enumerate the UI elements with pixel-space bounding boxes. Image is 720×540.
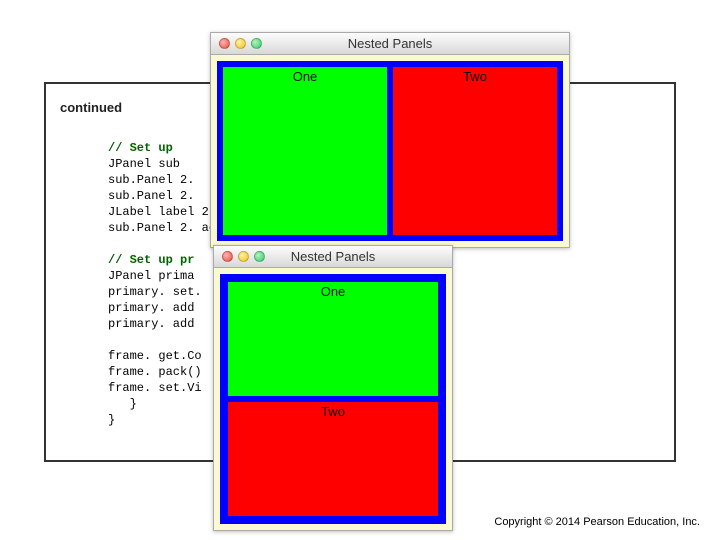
window-titlebar: Nested Panels <box>214 246 452 268</box>
primary-panel: One Two <box>220 274 446 524</box>
code-line: sub.Panel 2. <box>108 189 194 203</box>
minimize-icon[interactable] <box>238 251 249 262</box>
code-line: sub.Panel 2. <box>108 173 194 187</box>
traffic-lights <box>214 251 265 262</box>
window-titlebar: Nested Panels <box>211 33 569 55</box>
label-one: One <box>321 284 346 299</box>
window-title: Nested Panels <box>211 36 569 51</box>
code-line: frame. get.Co <box>108 349 202 363</box>
label-two: Two <box>463 69 487 84</box>
code-line: JPanel prima <box>108 269 194 283</box>
copyright: Copyright © 2014 Pearson Education, Inc. <box>494 516 700 528</box>
subpanel-two: Two <box>228 402 438 516</box>
nested-panels-window-horizontal: Nested Panels One Two <box>210 32 570 248</box>
primary-panel: One Two <box>217 61 563 241</box>
code-line: primary. add <box>108 301 194 315</box>
window-content: One Two <box>211 55 569 247</box>
code-comment: // Set up <box>108 141 173 155</box>
code-line: primary. add <box>108 317 194 331</box>
code-line: frame. set.Vi <box>108 381 202 395</box>
minimize-icon[interactable] <box>235 38 246 49</box>
code-comment: // Set up pr <box>108 253 194 267</box>
subpanel-two: Two <box>393 67 557 235</box>
code-line: frame. pack() <box>108 365 202 379</box>
label-one: One <box>293 69 318 84</box>
close-icon[interactable] <box>219 38 230 49</box>
subpanel-one: One <box>223 67 387 235</box>
traffic-lights <box>211 38 262 49</box>
code-brace: } <box>108 413 115 427</box>
continued-label: continued <box>60 100 122 115</box>
code-line: primary. set. <box>108 285 202 299</box>
nested-panels-window-vertical: Nested Panels One Two <box>213 245 453 531</box>
close-icon[interactable] <box>222 251 233 262</box>
zoom-icon[interactable] <box>254 251 265 262</box>
code-line: JPanel sub <box>108 157 180 171</box>
window-content: One Two <box>214 268 452 530</box>
label-two: Two <box>321 404 345 419</box>
zoom-icon[interactable] <box>251 38 262 49</box>
subpanel-one: One <box>228 282 438 396</box>
code-brace: } <box>108 397 137 411</box>
